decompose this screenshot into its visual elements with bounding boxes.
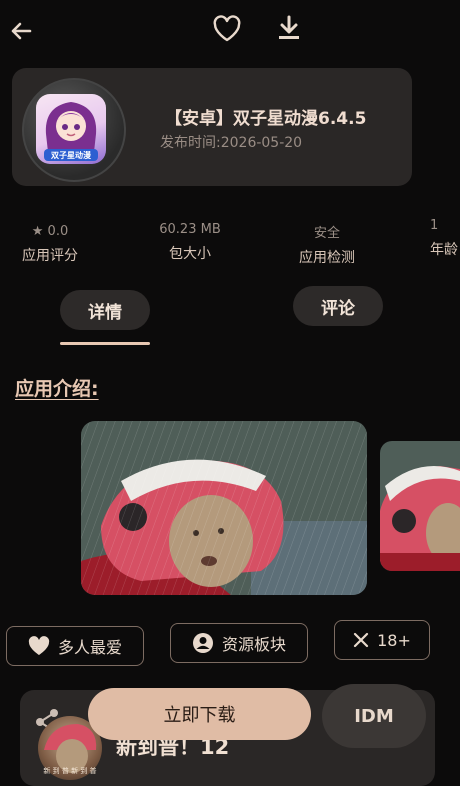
chip-age-label: 18+ xyxy=(377,630,411,650)
screenshot-1[interactable] xyxy=(81,421,367,595)
arrow-left-icon[interactable] xyxy=(6,16,36,46)
stat-security: 安全 应用检测 xyxy=(292,222,362,267)
stat-value-security: 安全 xyxy=(313,226,340,241)
top-bar xyxy=(0,0,460,64)
stat-age: 1 年龄 xyxy=(430,218,460,259)
idm-button[interactable]: IDM xyxy=(322,684,426,748)
stat-size: 60.23 MB 包大小 xyxy=(150,222,230,263)
stat-rating: ★ 0.0 应用评分 xyxy=(20,224,80,265)
stat-label-age: 年龄 xyxy=(430,242,458,258)
app-icon: 双子星动漫 xyxy=(36,94,106,164)
chip-resources-label: 资源板块 xyxy=(221,635,286,654)
stat-label-rating: 应用评分 xyxy=(22,248,78,264)
stat-value-size: 60.23 MB xyxy=(159,222,221,237)
release-date: 发布时间:2026-05-20 xyxy=(160,135,303,151)
heart-outline-icon[interactable] xyxy=(211,13,243,45)
chip-resources[interactable]: 资源板块 xyxy=(170,623,308,663)
stat-label-size: 包大小 xyxy=(169,246,211,262)
star-icon: ★ xyxy=(31,224,48,239)
stat-label-security: 应用检测 xyxy=(299,250,355,266)
tab-comments[interactable]: 评论 xyxy=(293,286,383,326)
stat-value-rating: ★ 0.0 xyxy=(31,224,69,239)
tab-details[interactable]: 详情 xyxy=(60,290,150,330)
app-icon-caption: 双子星动漫 xyxy=(51,151,91,160)
user-circle-icon xyxy=(192,632,214,654)
app-title: 【安卓】双子星动漫6.4.5 xyxy=(165,109,367,129)
stat-value-age: 1 xyxy=(430,218,439,233)
chip-age-rating[interactable]: 18+ xyxy=(334,620,430,660)
tab-indicator xyxy=(60,342,150,345)
chip-favorites[interactable]: 多人最爱 xyxy=(6,626,144,666)
download-icon[interactable] xyxy=(275,13,303,43)
download-now-button[interactable]: 立即下载 xyxy=(88,688,311,740)
close-icon xyxy=(353,632,369,648)
chip-favorites-label: 多人最爱 xyxy=(57,638,122,657)
heart-icon xyxy=(28,636,50,656)
avatar-caption: 新 到 普 新 到 普 xyxy=(43,767,97,775)
screenshot-2[interactable] xyxy=(380,441,460,571)
section-title: 应用介绍: xyxy=(15,378,99,400)
